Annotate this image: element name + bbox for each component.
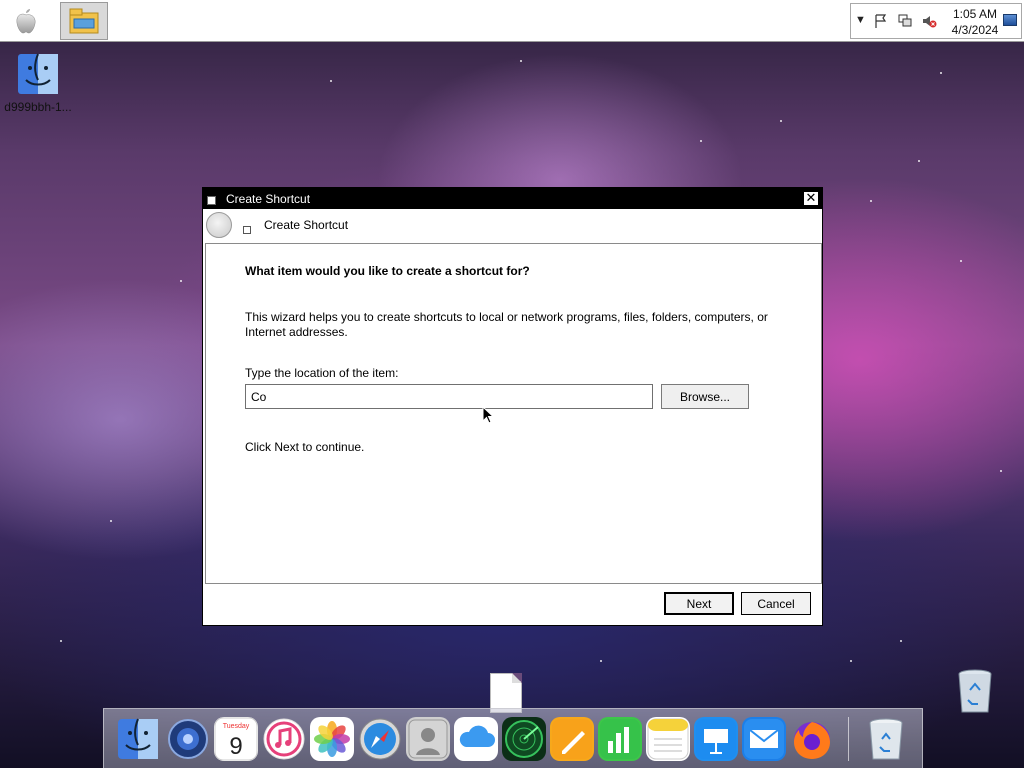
wizard-description: This wizard helps you to create shortcut… xyxy=(245,310,768,339)
show-hidden-icons-icon[interactable]: ▼ xyxy=(855,14,866,26)
dock-contacts[interactable] xyxy=(406,717,450,761)
firefox-icon xyxy=(794,722,830,759)
location-input[interactable] xyxy=(245,384,653,409)
show-desktop-button[interactable] xyxy=(1003,14,1017,26)
dialog-titlebar[interactable]: Create Shortcut ✕ xyxy=(203,188,822,209)
continue-hint: Click Next to continue. xyxy=(245,440,365,454)
clock-date[interactable]: 4/3/2024 xyxy=(945,23,1005,37)
launchpad-icon xyxy=(168,719,208,759)
wizard-question: What item would you like to create a sho… xyxy=(245,264,530,278)
wizard-content: What item would you like to create a sho… xyxy=(205,243,822,584)
photos-icon xyxy=(314,721,350,757)
dock-find-my[interactable] xyxy=(502,717,546,761)
notes-icon xyxy=(647,718,689,760)
location-label: Type the location of the item: xyxy=(245,366,399,380)
dialog-title: Create Shortcut xyxy=(226,192,311,206)
apple-icon xyxy=(16,9,36,34)
action-center-flag-icon[interactable] xyxy=(873,13,889,29)
itunes-icon xyxy=(263,718,305,760)
mail-icon xyxy=(744,719,784,759)
dock-notes[interactable] xyxy=(646,717,690,761)
contacts-icon xyxy=(408,719,448,759)
trash-icon xyxy=(869,718,903,760)
desktop-icon-label: d999bbh-1... xyxy=(4,100,72,114)
dock: Tuesday 9 xyxy=(103,708,923,768)
dock-launchpad[interactable] xyxy=(166,717,210,761)
numbers-icon xyxy=(600,719,640,759)
system-tray: ▼ 1:05 AM 4/3/2024 xyxy=(850,3,1022,39)
cancel-button[interactable]: Cancel xyxy=(741,592,811,615)
file-explorer-icon xyxy=(69,8,99,34)
calendar-month-text: Tuesday xyxy=(223,723,250,730)
create-shortcut-dialog: Create Shortcut ✕ Create Shortcut What i… xyxy=(202,187,823,626)
clock-time[interactable]: 1:05 AM xyxy=(945,7,1005,21)
dock-icloud[interactable] xyxy=(454,717,498,761)
network-icon[interactable] xyxy=(897,13,913,29)
pages-icon xyxy=(552,719,592,759)
next-button[interactable]: Next xyxy=(664,592,734,615)
apple-menu-button[interactable] xyxy=(4,3,48,39)
finder-icon xyxy=(118,718,158,759)
keynote-icon xyxy=(696,719,736,759)
dock-numbers[interactable] xyxy=(598,717,642,761)
dock-mail[interactable] xyxy=(742,717,786,761)
dock-safari[interactable] xyxy=(358,717,402,761)
dock-pages[interactable] xyxy=(550,717,594,761)
dock-calendar[interactable]: Tuesday 9 xyxy=(214,717,258,761)
dock-photos[interactable] xyxy=(310,717,354,761)
desktop-icon-finder[interactable]: d999bbh-1... xyxy=(0,52,78,114)
wizard-title: Create Shortcut xyxy=(264,218,349,232)
dock-separator xyxy=(848,717,849,761)
dock-keynote[interactable] xyxy=(694,717,738,761)
mouse-cursor-icon xyxy=(482,406,494,424)
dock-trash[interactable] xyxy=(864,717,908,761)
close-button[interactable]: ✕ xyxy=(803,191,819,206)
icloud-icon xyxy=(459,725,495,747)
calendar-icon: Tuesday 9 xyxy=(214,717,258,761)
browse-button[interactable]: Browse... xyxy=(661,384,749,409)
safari-icon xyxy=(359,718,401,760)
dragged-file-icon xyxy=(490,673,522,713)
recycle-bin-icon[interactable] xyxy=(956,668,994,716)
radar-icon xyxy=(505,720,543,758)
finder-icon xyxy=(18,53,58,94)
back-arrow-button[interactable] xyxy=(206,212,232,238)
taskbar-explorer-button[interactable] xyxy=(60,2,108,40)
dock-itunes[interactable] xyxy=(262,717,306,761)
volume-muted-icon[interactable] xyxy=(921,13,937,29)
calendar-day-text: 9 xyxy=(229,733,242,760)
shortcut-icon xyxy=(243,226,251,234)
wizard-header: Create Shortcut xyxy=(203,209,822,243)
dock-finder[interactable] xyxy=(116,717,160,761)
shortcut-icon xyxy=(207,196,216,205)
taskbar: ▼ 1:05 AM 4/3/2024 xyxy=(0,0,1024,42)
dock-firefox[interactable] xyxy=(790,717,834,761)
